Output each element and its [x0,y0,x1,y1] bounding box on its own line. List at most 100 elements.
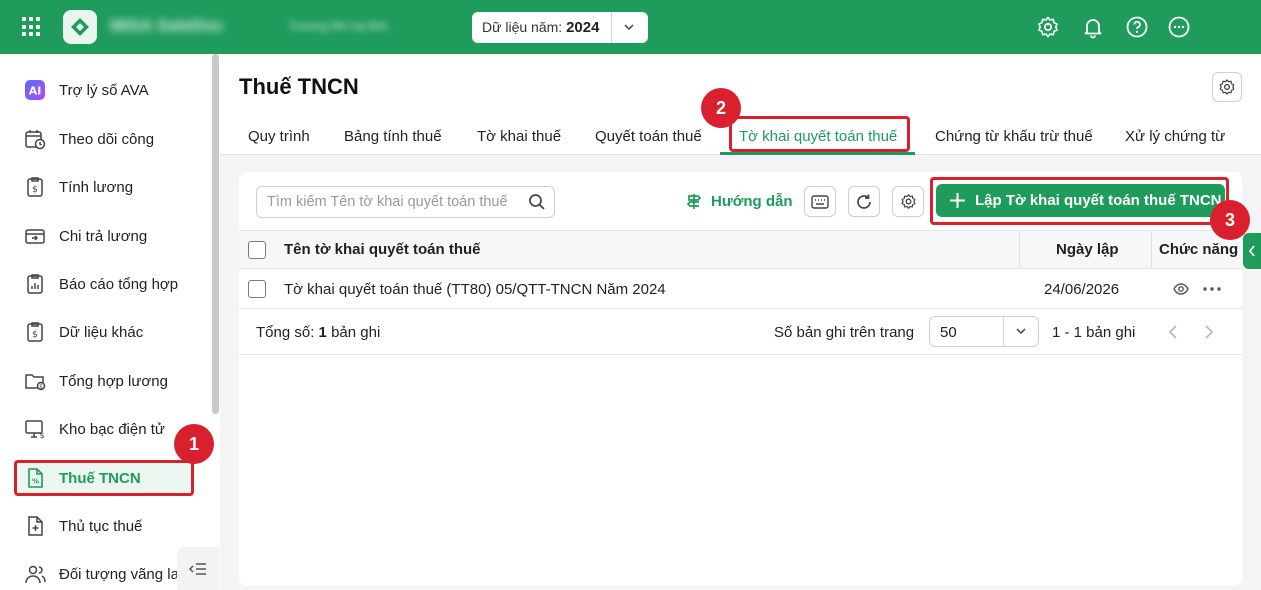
refresh-button[interactable] [848,186,880,217]
tab-voucher-processing[interactable]: Xử lý chứng từ [1125,128,1225,145]
tab-tax-finalization[interactable]: Quyết toán thuế [595,128,702,145]
create-declaration-label: Lập Tờ khai quyết toán thuế TNCN [975,192,1222,209]
guide-link[interactable]: Hướng dẫn [685,192,793,210]
year-value: 2024 [566,19,600,36]
tab-tax-sheet[interactable]: Bảng tính thuế [344,128,442,145]
page-size-select[interactable]: 50 [929,316,1039,347]
search-placeholder: Tìm kiếm Tên tờ khai quyết toán thuế [267,194,508,210]
tab-tax-declaration[interactable]: Tờ khai thuế [477,128,561,145]
top-bar: MISA SaleDoc Trường Mn hạ tỉnh Dữ liệu n… [0,0,1261,54]
ai-icon: AI [24,79,46,101]
search-input[interactable]: Tìm kiếm Tên tờ khai quyết toán thuế [256,186,555,218]
create-declaration-button[interactable]: Lập Tờ khai quyết toán thuế TNCN [936,184,1225,217]
total-records: Tổng số: 1 bản ghi [256,324,380,341]
svg-text:$: $ [39,431,44,440]
app-logo[interactable] [63,10,97,44]
list-settings-button[interactable] [892,186,924,217]
gear-icon [901,194,915,209]
next-page-icon[interactable] [1203,324,1215,340]
report-icon [24,273,46,295]
app-grid-icon[interactable] [22,17,42,37]
sidebar-item-salary-payment[interactable]: Chi trả lương [14,218,194,254]
doc-plus-icon [24,515,46,537]
chevron-down-icon[interactable] [622,20,636,34]
column-header-name[interactable]: Tên tờ khai quyết toán thuế [284,241,481,258]
sidebar-item-label: Thủ tục thuế [59,517,143,535]
collapse-left-icon [188,562,206,575]
wallet-icon [24,225,46,247]
sidebar-item-pit-tax[interactable]: % Thuế TNCN [14,460,194,496]
sidebar: AI Trợ lý số AVA Theo dõi công $ Tính lư… [0,54,220,590]
total-suffix: bản ghi [331,324,381,341]
sidebar-item-ava[interactable]: AI Trợ lý số AVA [14,72,194,108]
sidebar-item-salary-summary[interactable]: $ Tổng hợp lương [14,363,194,399]
folder-money-icon: $ [24,370,46,392]
table-header: Tên tờ khai quyết toán thuế Ngày lập Chứ… [239,230,1242,270]
sidebar-item-label: Chi trả lương [59,227,148,245]
sidebar-item-label: Thuế TNCN [59,469,141,487]
keyboard-shortcut-button[interactable] [804,186,836,217]
total-count: 1 [318,324,327,341]
active-tab-indicator [720,152,915,155]
step-marker-1: 1 [174,424,214,464]
settings-gear-icon[interactable] [1036,15,1060,39]
search-icon[interactable] [528,193,546,211]
page-settings-button[interactable] [1212,72,1242,102]
more-horizontal-icon[interactable] [1203,287,1221,291]
calendar-clock-icon [24,128,46,150]
svg-text:$: $ [32,330,38,340]
sidebar-item-other-data[interactable]: $ Dữ liệu khác [14,314,194,350]
sidebar-item-visitors[interactable]: Đối tượng vãng lai [14,556,194,590]
tab-withholding-voucher[interactable]: Chứng từ khấu trừ thuế [935,128,1093,145]
prev-page-icon[interactable] [1167,324,1179,340]
step-marker-2: 2 [701,88,741,128]
year-label: Dữ liệu năm: [482,19,563,35]
record-range: 1 - 1 bản ghi [1052,324,1136,341]
svg-text:%: % [32,478,39,486]
help-icon[interactable] [1125,15,1149,39]
bell-icon[interactable] [1081,15,1105,39]
chevron-down-icon[interactable] [1014,324,1028,338]
collapse-sidebar-button[interactable] [177,547,219,590]
svg-text:AI: AI [29,85,42,98]
declaration-list-card: Tìm kiếm Tên tờ khai quyết toán thuế Hướ… [239,172,1242,586]
row-date: 24/06/2026 [1044,281,1120,298]
row-checkbox[interactable] [248,280,266,298]
sidebar-item-label: Tính lương [59,178,134,196]
select-all-checkbox[interactable] [248,241,266,259]
sidebar-item-label: Kho bạc điện tử [59,420,165,438]
keyboard-icon [811,194,829,209]
chevron-left-icon [1248,245,1255,257]
salary-doc-icon: $ [24,176,46,198]
sidebar-item-payroll[interactable]: $ Tính lương [14,169,194,205]
tab-highlight-box [729,116,910,152]
sidebar-item-attendance[interactable]: Theo dõi công [14,121,194,157]
sidebar-item-label: Theo dõi công [59,130,155,148]
refresh-icon [857,194,871,209]
eye-icon[interactable] [1173,282,1189,296]
sidebar-scrollbar[interactable] [212,54,219,414]
expand-panel-tab[interactable] [1243,233,1261,269]
main-content: Thuế TNCN Quy trình Bảng tính thuế Tờ kh… [220,54,1261,590]
table-row[interactable]: Tờ khai quyết toán thuế (TT80) 05/QTT-TN… [239,269,1242,309]
year-select[interactable]: Dữ liệu năm: 2024 [472,12,648,43]
sidebar-item-tax-procedures[interactable]: Thủ tục thuế [14,508,194,544]
tab-workflow[interactable]: Quy trình [248,128,310,145]
signpost-icon [686,194,702,209]
sidebar-item-label: Đối tượng vãng lai [59,565,183,583]
gear-icon [1219,79,1235,95]
guide-label: Hướng dẫn [711,192,793,210]
sidebar-item-reports[interactable]: Báo cáo tổng hợp [14,266,194,302]
company-name: Trường Mn hạ tỉnh [288,19,388,33]
plus-icon [950,193,965,208]
sidebar-item-treasury[interactable]: $ Kho bạc điện tử [14,411,194,447]
column-header-date[interactable]: Ngày lập [1056,241,1119,258]
row-name[interactable]: Tờ khai quyết toán thuế (TT80) 05/QTT-TN… [284,281,666,298]
more-circle-icon[interactable] [1167,15,1191,39]
tax-doc-icon: % [24,467,46,489]
sidebar-item-label: Trợ lý số AVA [59,81,149,99]
svg-text:$: $ [32,185,38,195]
brand-name: MISA SaleDoc [110,16,224,35]
svg-text:$: $ [39,384,43,391]
data-doc-icon: $ [24,321,46,343]
